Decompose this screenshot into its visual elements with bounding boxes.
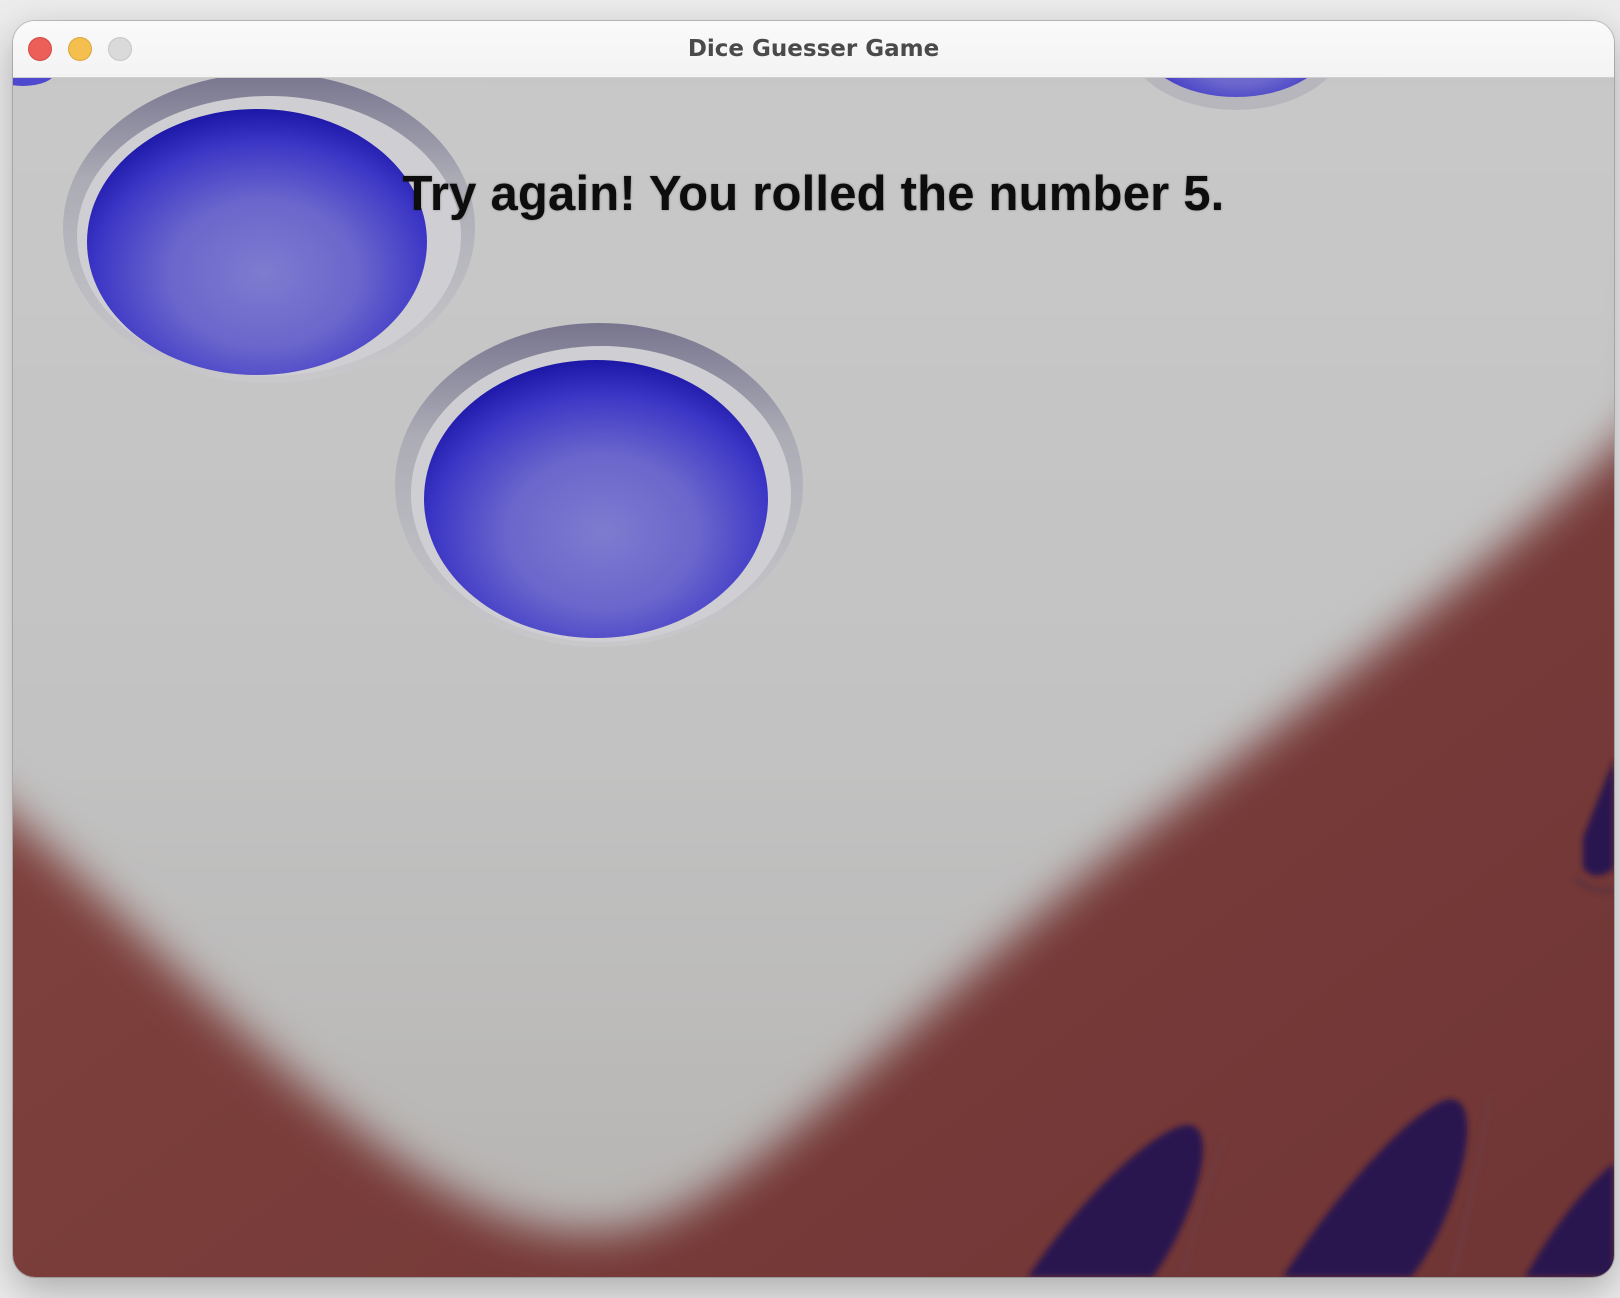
dice-scene	[13, 78, 1614, 1277]
result-message: Try again! You rolled the number 5.	[402, 167, 1225, 221]
app-window: Dice Guesser Game Try again! You rolled …	[13, 21, 1614, 1277]
window-title: Dice Guesser Game	[687, 36, 940, 62]
game-canvas[interactable]: Try again! You rolled the number 5.	[13, 78, 1614, 1277]
pip-center	[395, 323, 803, 647]
title-bar: Dice Guesser Game	[13, 21, 1614, 78]
pip-top-left	[63, 78, 475, 383]
